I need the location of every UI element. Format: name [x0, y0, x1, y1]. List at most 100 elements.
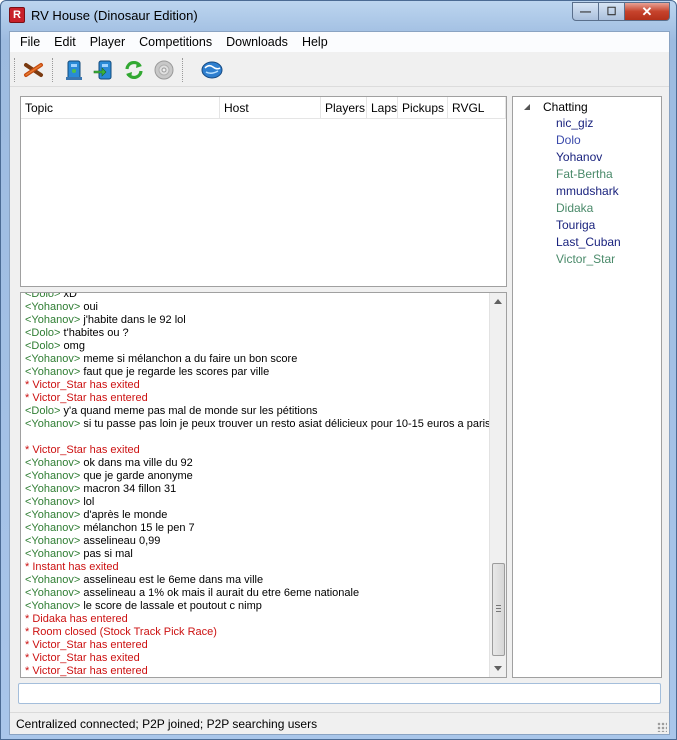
chat-nick: <Yohanov>	[25, 509, 81, 521]
chat-nick: <Yohanov>	[25, 353, 81, 365]
user-list-item[interactable]: nic_giz	[556, 115, 593, 132]
chat-log[interactable]: <Dolo> xD <Yohanov> oui <Yohanov> j'habite…	[20, 292, 507, 678]
chat-message: <Yohanov> asselineau est le 6eme dans ma…	[25, 574, 491, 587]
chat-nick: <Dolo>	[25, 292, 61, 300]
window-controls: — ☐ ✕	[572, 2, 670, 21]
menu-player[interactable]: Player	[83, 35, 132, 49]
chat-message: <Yohanov> si tu passe pas loin je peux t…	[25, 418, 491, 444]
column-header-laps[interactable]: Laps	[367, 97, 398, 119]
user-list-item[interactable]: Victor_Star	[556, 251, 615, 268]
chat-text: y'a quand meme pas mal de monde sur les …	[60, 405, 318, 417]
column-header-pickups[interactable]: Pickups	[398, 97, 448, 119]
chat-nick: <Yohanov>	[25, 483, 81, 495]
user-list-item[interactable]: Fat-Bertha	[556, 166, 613, 183]
cd-icon	[154, 60, 174, 80]
user-list-item[interactable]: Touriga	[556, 217, 595, 234]
chat-system-message: * Victor_Star has entered	[25, 665, 491, 677]
disconnect-button[interactable]	[21, 57, 47, 83]
chat-message: <Dolo> xD	[25, 292, 491, 301]
chat-nick: <Yohanov>	[25, 314, 81, 326]
user-list-item[interactable]: mmudshark	[556, 183, 619, 200]
window-title: RV House (Dinosaur Edition)	[31, 8, 198, 23]
toolbar	[10, 53, 669, 87]
chat-text: asselineau 0,99	[80, 535, 161, 547]
user-list-item[interactable]: Yohanov	[556, 149, 602, 166]
menu-help[interactable]: Help	[295, 35, 335, 49]
chat-message: <Yohanov> asselineau a 1% ok mais il aur…	[25, 587, 491, 600]
chat-message: <Yohanov> macron 34 fillon 31	[25, 483, 491, 496]
scroll-down-arrow-icon	[494, 666, 502, 671]
chat-system-message: * Victor_Star has entered	[25, 392, 491, 405]
chat-text: xD	[60, 292, 77, 300]
scroll-thumb[interactable]	[492, 563, 505, 656]
globe-button[interactable]	[199, 57, 225, 83]
collapse-arrow-icon[interactable]	[523, 103, 531, 111]
chat-text: oui	[80, 301, 99, 313]
user-list-item[interactable]: Dolo	[556, 132, 581, 149]
tree-group-label: Chatting	[543, 100, 588, 114]
chat-nick: <Yohanov>	[25, 418, 81, 430]
scroll-down-button[interactable]	[490, 660, 506, 677]
chat-nick: <Dolo>	[25, 340, 61, 352]
close-icon: ✕	[641, 3, 653, 19]
chat-message: <Yohanov> j'habite dans le 92 lol	[25, 314, 491, 327]
chat-message: <Yohanov> lol	[25, 496, 491, 509]
refresh-button[interactable]	[121, 57, 147, 83]
chat-text: meme si mélanchon a du faire un bon scor…	[80, 353, 298, 365]
join-button[interactable]	[91, 57, 117, 83]
menu-edit[interactable]: Edit	[47, 35, 83, 49]
chat-text: j'habite dans le 92 lol	[80, 314, 186, 326]
chat-system-message: * Didaka has entered	[25, 613, 491, 626]
chat-text: que je garde anonyme	[80, 470, 193, 482]
chat-text: asselineau a 1% ok mais il aurait du etr…	[80, 587, 360, 599]
chat-nick: <Yohanov>	[25, 457, 81, 469]
user-list-panel[interactable]: Chatting nic_giz Dolo Yohanov Fat-Bertha mmu…	[512, 96, 662, 678]
chat-message: <Yohanov> mélanchon 15 le pen 7	[25, 522, 491, 535]
chat-nick: <Yohanov>	[25, 600, 81, 612]
chat-message: <Dolo> t'habites ou ?	[25, 327, 491, 340]
chat-system-message: * Victor_Star has exited	[25, 652, 491, 665]
chat-system-message: * Victor_Star has exited	[25, 379, 491, 392]
title-bar[interactable]: R RV House (Dinosaur Edition) — ☐ ✕	[1, 1, 676, 31]
column-header-players[interactable]: Players	[321, 97, 367, 119]
chat-text: faut que je regarde les scores par ville	[80, 366, 270, 378]
user-list-item[interactable]: Last_Cuban	[556, 234, 621, 251]
resize-grip-icon[interactable]	[657, 722, 667, 732]
host-button[interactable]	[61, 57, 87, 83]
scroll-up-button[interactable]	[490, 293, 506, 310]
join-icon	[93, 60, 112, 80]
cd-button[interactable]	[151, 57, 177, 83]
chat-text: omg	[60, 340, 85, 352]
room-list-table[interactable]: Topic Host Players Laps Pickups RVGL	[20, 96, 507, 287]
vertical-scrollbar[interactable]	[489, 293, 506, 677]
close-button[interactable]: ✕	[625, 2, 670, 21]
table-header: Topic Host Players Laps Pickups RVGL	[21, 97, 506, 119]
menu-downloads[interactable]: Downloads	[219, 35, 295, 49]
chat-message: <Dolo> y'a quand meme pas mal de monde s…	[25, 405, 491, 418]
user-list-item[interactable]: Didaka	[556, 200, 593, 217]
tree-group-chatting[interactable]: Chatting	[523, 100, 588, 114]
chat-message: <Dolo> omg	[25, 340, 491, 353]
toolbar-grip[interactable]	[14, 58, 17, 82]
column-header-host[interactable]: Host	[220, 97, 321, 119]
chat-message: <Yohanov> que je garde anonyme	[25, 470, 491, 483]
status-text: Centralized connected; P2P joined; P2P s…	[16, 717, 318, 731]
chat-input[interactable]	[18, 683, 661, 704]
column-header-rvgl[interactable]: RVGL	[448, 97, 506, 119]
maximize-button[interactable]: ☐	[599, 2, 625, 21]
chat-nick: <Yohanov>	[25, 470, 81, 482]
toolbar-separator	[52, 58, 55, 82]
system-text: * Victor_Star has exited	[25, 444, 140, 456]
chat-nick: <Yohanov>	[25, 496, 81, 508]
chat-message: <Yohanov> meme si mélanchon a du faire u…	[25, 353, 491, 366]
column-header-topic[interactable]: Topic	[21, 97, 220, 119]
menu-file[interactable]: File	[13, 35, 47, 49]
system-text: * Victor_Star has entered	[25, 392, 148, 404]
chat-text: asselineau est le 6eme dans ma ville	[80, 574, 264, 586]
app-logo-icon[interactable]: R	[9, 7, 25, 23]
chat-nick: <Yohanov>	[25, 366, 81, 378]
chat-nick: <Yohanov>	[25, 535, 81, 547]
menu-competitions[interactable]: Competitions	[132, 35, 219, 49]
system-text: * Victor_Star has exited	[25, 652, 140, 664]
minimize-button[interactable]: —	[572, 2, 599, 21]
